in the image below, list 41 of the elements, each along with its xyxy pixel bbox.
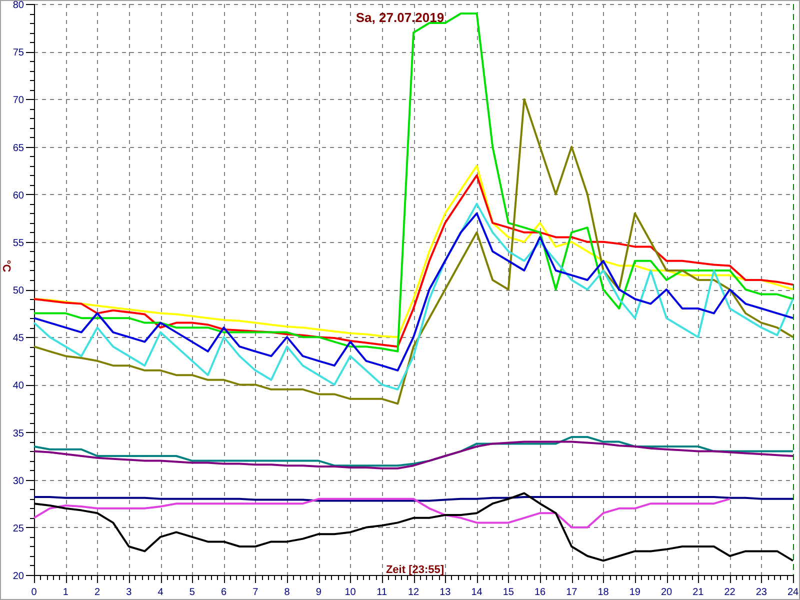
axis-tick-label: 18: [598, 587, 609, 598]
axis-tick-label: 0: [31, 587, 37, 598]
axis-tick-label: 17: [566, 587, 578, 598]
axis-tick-label: 1: [62, 587, 68, 598]
axis-tick-label: 80: [12, 0, 24, 11]
axis-tick-label: 8: [284, 587, 290, 598]
chart-title: Sa, 27.07.2019: [356, 10, 444, 25]
axis-tick-label: 15: [502, 587, 514, 598]
axis-tick-label: 3: [126, 587, 132, 598]
axis-tick-label: 2: [94, 587, 100, 598]
axis-tick-label: 21: [692, 587, 704, 598]
axis-tick-label: 24: [787, 587, 799, 598]
y-axis-label: °C: [0, 260, 12, 272]
axis-tick-label: 40: [12, 380, 24, 392]
axis-tick-label: 20: [660, 587, 672, 598]
axis-tick-label: 35: [12, 428, 24, 440]
axis-tick-label: 25: [12, 523, 24, 534]
axis-tick-label: 9: [316, 587, 322, 598]
axis-tick-label: 50: [12, 286, 24, 296]
axis-tick-label: 55: [12, 238, 24, 249]
axis-tick-label: 4: [158, 587, 164, 598]
axis-tick-label: 60: [12, 190, 24, 202]
axis-tick-label: 6: [220, 587, 227, 598]
axis-tick-label: 11: [376, 587, 388, 598]
axis-tick-label: 65: [12, 142, 24, 154]
axis-tick-label: 12: [408, 587, 420, 598]
axis-tick-label: 22: [724, 587, 736, 598]
x-axis-label: Zeit [23:55]: [386, 564, 444, 576]
axis-tick-label: 10: [344, 587, 356, 598]
axis-tick-label: 19: [629, 587, 640, 598]
axis-tick-label: 14: [471, 587, 482, 598]
axis-tick-label: 70: [12, 95, 24, 106]
axis-tick-label: 13: [440, 587, 451, 598]
axis-tick-label: 75: [12, 48, 24, 59]
axis-tick-label: 5: [189, 587, 195, 598]
axis-tick-label: 20: [12, 571, 24, 582]
axis-tick-label: 30: [12, 476, 24, 487]
axis-tick-label: 23: [756, 587, 767, 598]
axis-tick-label: 45: [12, 333, 24, 344]
axis-tick-label: 16: [534, 587, 546, 598]
axis-tick-label: 7: [252, 587, 258, 598]
